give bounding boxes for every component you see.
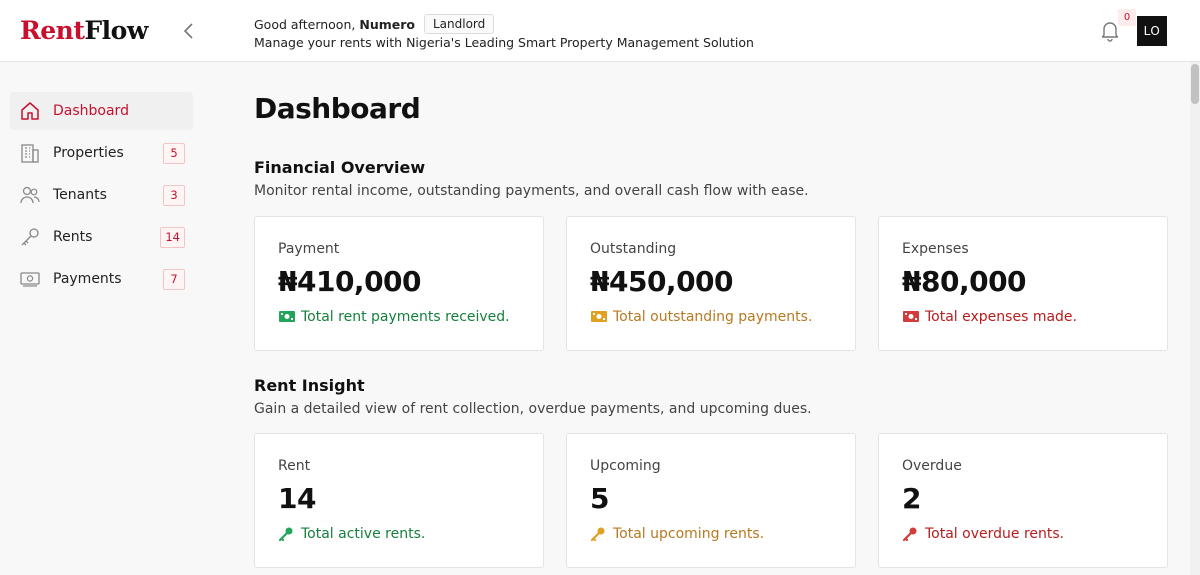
sidebar-item-label: Payments (53, 271, 122, 287)
cash-icon (590, 309, 608, 325)
key-icon (902, 526, 920, 542)
key-icon (278, 526, 296, 542)
card-note-text: Total outstanding payments. (613, 309, 813, 325)
card-value: ₦80,000 (902, 265, 1027, 298)
rents-count-badge: 14 (160, 227, 185, 248)
logo-part-1: Rent (20, 16, 85, 45)
card-note-text: Total upcoming rents. (613, 526, 765, 542)
notification-count-badge: 0 (1118, 9, 1136, 26)
payments-count-badge: 7 (163, 269, 185, 290)
card-value: 2 (902, 482, 921, 515)
home-icon (18, 99, 42, 123)
payment-card: Payment ₦410,000 Total rent payments rec… (254, 216, 544, 351)
card-value: 5 (590, 482, 609, 515)
key-icon (590, 526, 608, 542)
sidebar-item-dashboard[interactable]: Dashboard (10, 92, 193, 130)
card-label: Payment (278, 241, 340, 257)
rent-card: Rent 14 Total active rents. (254, 433, 544, 568)
header-subtitle: Manage your rents with Nigeria's Leading… (254, 35, 754, 50)
card-note: Total expenses made. (902, 309, 1077, 325)
upcoming-card: Upcoming 5 Total upcoming rents. (566, 433, 856, 568)
sidebar-item-label: Properties (53, 145, 124, 161)
notifications-button[interactable] (1100, 20, 1120, 42)
role-badge: Landlord (423, 14, 495, 34)
sidebar-item-properties[interactable]: Properties 5 (10, 134, 193, 172)
collapse-sidebar-button[interactable] (178, 19, 200, 43)
card-label: Outstanding (590, 241, 677, 257)
financial-overview-title: Financial Overview (254, 158, 426, 177)
financial-overview-description: Monitor rental income, outstanding payme… (254, 183, 809, 199)
greeting-line: Good afternoon, Numero Landlord (254, 14, 495, 34)
card-note: Total overdue rents. (902, 526, 1064, 542)
card-note: Total outstanding payments. (590, 309, 812, 325)
card-note: Total rent payments received. (278, 309, 510, 325)
scrollbar-thumb[interactable] (1191, 64, 1199, 104)
user-name: Numero (359, 16, 415, 32)
top-bar: RentFlow Good afternoon, Numero Landlord… (0, 0, 1200, 62)
cash-icon (278, 309, 296, 325)
card-value: ₦450,000 (590, 265, 734, 298)
card-note-text: Total active rents. (301, 526, 426, 542)
sidebar-item-label: Tenants (53, 187, 107, 203)
rent-insight-description: Gain a detailed view of rent collection,… (254, 401, 812, 417)
money-icon (18, 267, 42, 291)
card-value: 14 (278, 482, 316, 515)
card-label: Expenses (902, 241, 969, 257)
rent-insight-title: Rent Insight (254, 376, 365, 395)
sidebar-item-rents[interactable]: Rents 14 (10, 218, 193, 256)
sidebar-item-tenants[interactable]: Tenants 3 (10, 176, 193, 214)
sidebar: Dashboard Properties 5 Tenants 3 Rents 1… (0, 62, 210, 575)
expenses-card: Expenses ₦80,000 Total expenses made. (878, 216, 1168, 351)
building-icon (18, 141, 42, 165)
app-logo[interactable]: RentFlow (20, 16, 148, 45)
card-note-text: Total rent payments received. (301, 309, 510, 325)
card-note: Total upcoming rents. (590, 526, 764, 542)
outstanding-card: Outstanding ₦450,000 Total outstanding p… (566, 216, 856, 351)
card-label: Upcoming (590, 458, 661, 474)
users-icon (18, 183, 42, 207)
card-label: Overdue (902, 458, 962, 474)
card-value: ₦410,000 (278, 265, 422, 298)
logo-part-2: Flow (84, 16, 148, 45)
chevron-left-icon (183, 23, 193, 39)
key-icon (18, 225, 42, 249)
card-note-text: Total overdue rents. (925, 526, 1065, 542)
tenants-count-badge: 3 (163, 185, 185, 206)
overdue-card: Overdue 2 Total overdue rents. (878, 433, 1168, 568)
card-note: Total active rents. (278, 526, 425, 542)
page-title: Dashboard (254, 92, 421, 125)
cash-icon (902, 309, 920, 325)
sidebar-item-label: Rents (53, 229, 93, 245)
card-label: Rent (278, 458, 311, 474)
user-avatar[interactable]: LO (1137, 16, 1167, 46)
sidebar-item-payments[interactable]: Payments 7 (10, 260, 193, 298)
greeting-text: Good afternoon, (254, 16, 356, 32)
scrollbar-track[interactable] (1190, 62, 1200, 575)
sidebar-item-label: Dashboard (53, 103, 129, 119)
card-note-text: Total expenses made. (925, 309, 1077, 325)
bell-icon (1101, 22, 1119, 42)
properties-count-badge: 5 (163, 143, 185, 164)
